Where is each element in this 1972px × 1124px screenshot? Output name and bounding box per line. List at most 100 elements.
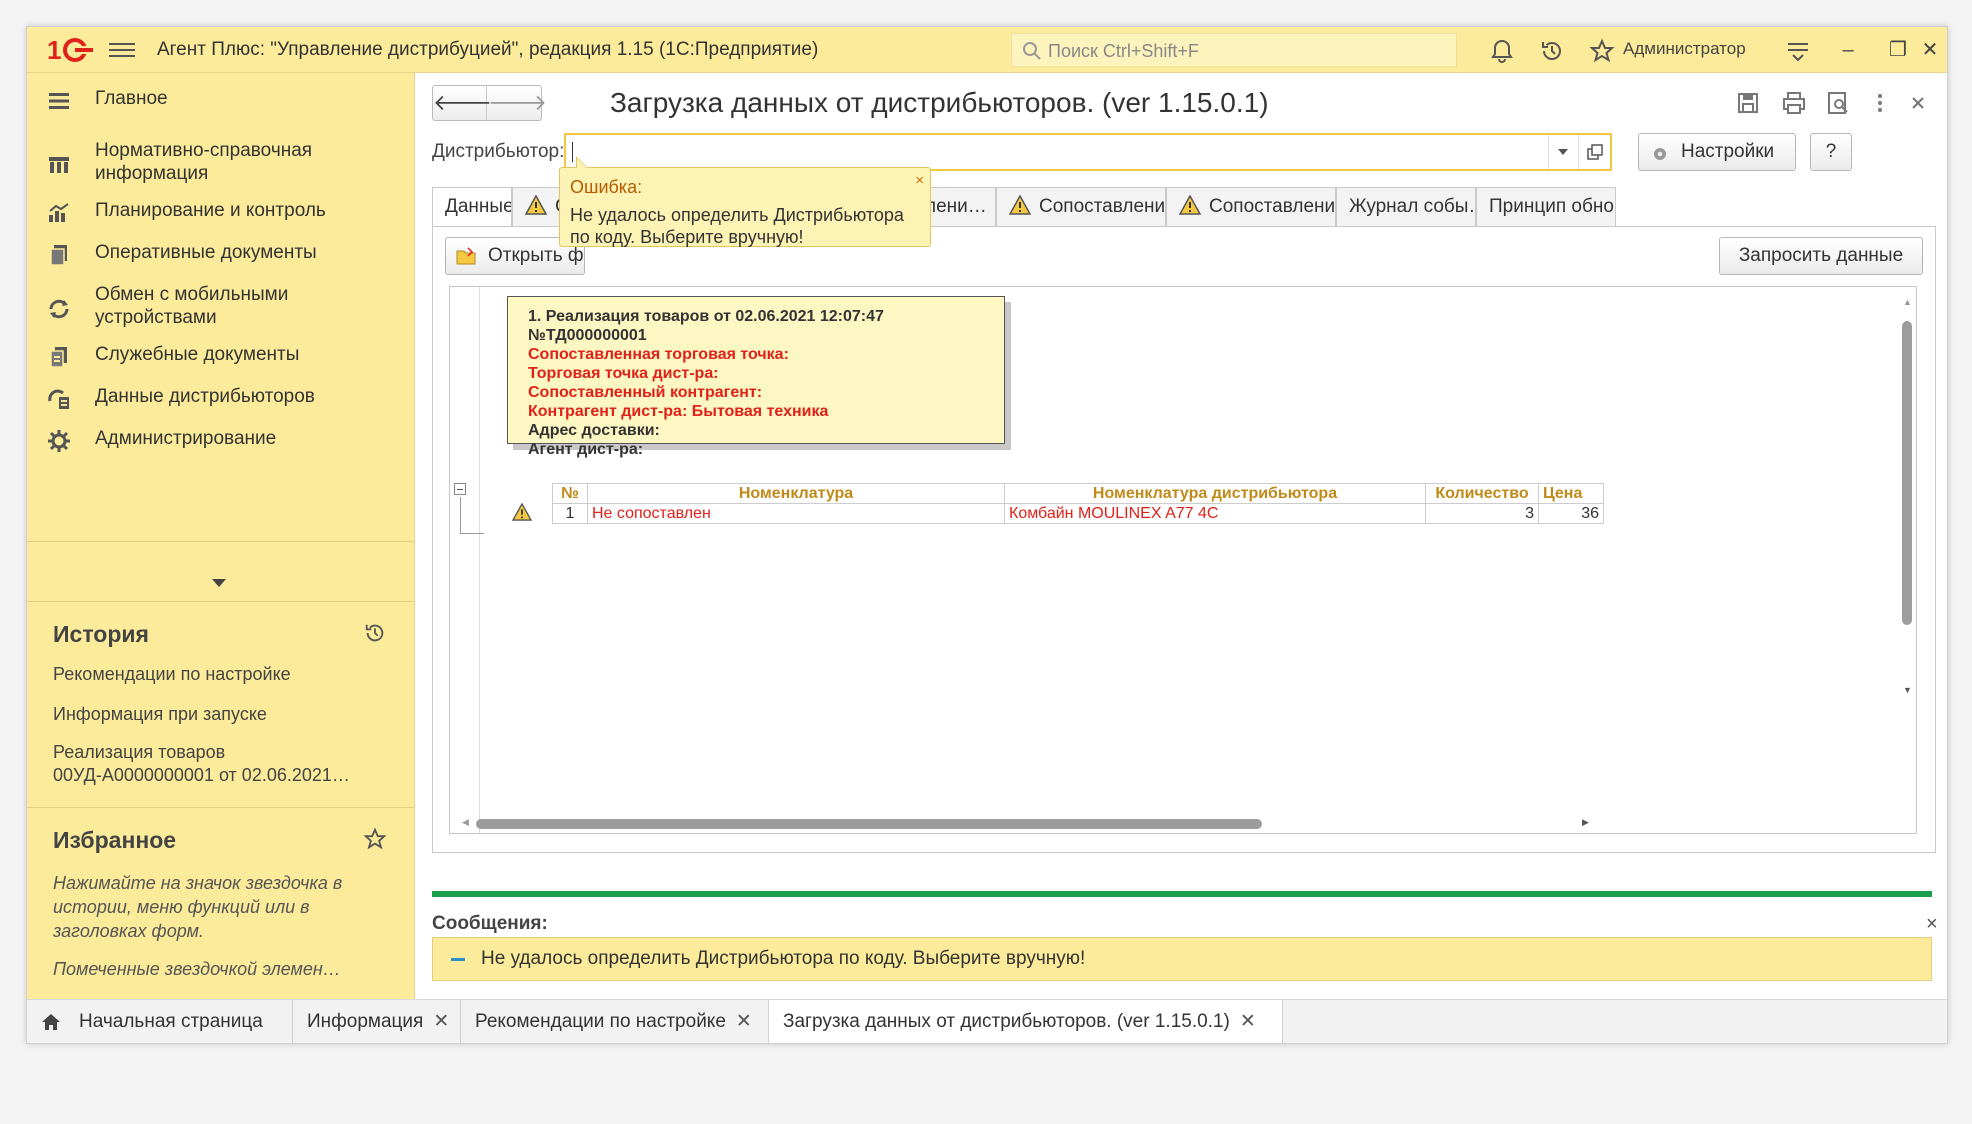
close-tab-icon[interactable]: ✕ bbox=[1240, 1011, 1256, 1032]
star-icon[interactable] bbox=[363, 827, 387, 851]
divider bbox=[27, 541, 415, 542]
main-menu-icon[interactable] bbox=[109, 39, 135, 61]
distributor-field[interactable] bbox=[564, 133, 1612, 171]
save-icon[interactable] bbox=[1736, 91, 1760, 115]
scrollbar-thumb[interactable] bbox=[1902, 321, 1912, 625]
history-item[interactable]: Информация при запуске bbox=[53, 703, 393, 726]
service-docs-icon bbox=[50, 347, 67, 368]
tab-label: Принцип обно… bbox=[1489, 196, 1615, 217]
tab-label: Данные bbox=[445, 196, 512, 217]
error-text: Не удалось определить Дистрибьютора по к… bbox=[570, 205, 904, 247]
scroll-down-icon[interactable]: ▼ bbox=[1903, 685, 1912, 695]
scroll-left-icon[interactable]: ◀ bbox=[462, 817, 469, 828]
forward-button[interactable]: 🡒 bbox=[488, 86, 547, 120]
tab-data[interactable]: Данные bbox=[432, 187, 512, 227]
dropdown-button[interactable] bbox=[1548, 135, 1578, 169]
sidebar-item-distributor-data[interactable]: Данные дистрибьюторов bbox=[27, 385, 415, 413]
scrollbar-thumb[interactable] bbox=[476, 819, 1262, 829]
tab-label: лени… bbox=[925, 196, 987, 217]
tab-label: Сопоставлени… bbox=[1209, 196, 1336, 217]
col-dist-item-header[interactable]: Номенклатура дистрибьютора bbox=[1004, 483, 1426, 504]
col-num-header[interactable]: № bbox=[552, 483, 588, 504]
more-actions-icon[interactable] bbox=[1868, 91, 1892, 115]
history-item[interactable]: Рекомендации по настройке bbox=[53, 663, 393, 686]
close-icon[interactable]: × bbox=[915, 170, 924, 192]
bottom-tab-label: Загрузка данных от дистрибьюторов. (ver … bbox=[783, 1011, 1230, 1032]
gear-icon bbox=[1654, 148, 1666, 160]
search-icon bbox=[1023, 42, 1041, 60]
sidebar-item-reference[interactable]: Нормативно-справочная информация bbox=[27, 139, 415, 187]
col-qty-header[interactable]: Количество bbox=[1425, 483, 1539, 504]
sidebar-item-label: Служебные документы bbox=[95, 344, 300, 365]
open-button[interactable] bbox=[1578, 135, 1610, 169]
print-icon[interactable] bbox=[1782, 91, 1806, 115]
message-item[interactable]: Не удалось определить Дистрибьютора по к… bbox=[432, 937, 1932, 981]
tooltip-dist-counterparty: Контрагент дист-ра: Бытовая техника bbox=[528, 403, 829, 420]
error-title: Ошибка: bbox=[570, 177, 643, 197]
sidebar-item-service-docs[interactable]: Служебные документы bbox=[27, 343, 415, 371]
star-icon[interactable] bbox=[1589, 38, 1615, 64]
help-button[interactable]: ? bbox=[1810, 133, 1852, 171]
message-text: Не удалось определить Дистрибьютора по к… bbox=[481, 948, 1086, 969]
sidebar-item-label: Администрирование bbox=[95, 428, 277, 449]
expand-more-icon[interactable] bbox=[212, 579, 226, 587]
request-data-button[interactable]: Запросить данные bbox=[1719, 237, 1923, 275]
sidebar: Главное Нормативно-справочная информация… bbox=[27, 73, 415, 999]
close-tab-icon[interactable]: ✕ bbox=[433, 1011, 449, 1032]
search-input[interactable]: Поиск Ctrl+Shift+F bbox=[1011, 33, 1457, 67]
messages-title: Сообщения: bbox=[432, 913, 548, 934]
vertical-scrollbar[interactable]: ▲ ▼ bbox=[1902, 297, 1912, 697]
col-price-header[interactable]: Цена bbox=[1538, 483, 1604, 504]
tab-update-principle[interactable]: Принцип обно… bbox=[1476, 187, 1616, 227]
tab-event-log[interactable]: Журнал собы… bbox=[1336, 187, 1476, 227]
distributor-label: Дистрибьютор: bbox=[432, 141, 565, 162]
sidebar-item-label: Главное bbox=[95, 88, 168, 109]
sidebar-item-planning[interactable]: Планирование и контроль bbox=[27, 199, 415, 227]
settings-button[interactable]: Настройки bbox=[1638, 133, 1796, 171]
close-icon[interactable]: × bbox=[1926, 913, 1938, 936]
preview-icon[interactable] bbox=[1826, 91, 1850, 115]
history-icon[interactable] bbox=[1539, 38, 1565, 64]
horizontal-scrollbar[interactable]: ◀ ▶ bbox=[462, 817, 1589, 829]
sidebar-item-mobile-exchange[interactable]: Обмен с мобильными устройствами bbox=[27, 283, 415, 331]
chevron-down-icon bbox=[1558, 149, 1568, 155]
1c-logo-icon[interactable]: 1 bbox=[45, 35, 95, 65]
sidebar-item-label: Оперативные документы bbox=[95, 242, 317, 263]
back-button[interactable]: 🡐 bbox=[433, 86, 492, 120]
tab-recommendations[interactable]: Рекомендации по настройке ✕ bbox=[461, 1000, 769, 1043]
open-windows-bar: Начальная страница Информация ✕ Рекоменда… bbox=[27, 999, 1947, 1043]
messages-divider bbox=[432, 891, 1932, 897]
tab-information[interactable]: Информация ✕ bbox=[293, 1000, 461, 1043]
svg-text:1: 1 bbox=[47, 35, 61, 65]
history-icon[interactable] bbox=[363, 621, 387, 645]
tab-home[interactable]: Начальная страница bbox=[27, 1000, 293, 1043]
sidebar-item-administration[interactable]: Администрирование bbox=[27, 427, 415, 455]
sidebar-item-label: Нормативно-справочная информация bbox=[95, 140, 313, 184]
scroll-right-icon[interactable]: ▶ bbox=[1582, 817, 1589, 828]
close-window-button[interactable]: ✕ bbox=[1917, 37, 1943, 63]
tooltip-doc-header: 1. Реализация товаров от 02.06.2021 12:0… bbox=[528, 308, 884, 344]
sidebar-item-operational-docs[interactable]: Оперативные документы bbox=[27, 241, 415, 269]
tab-distributor-data-load[interactable]: Загрузка данных от дистрибьюторов. (ver … bbox=[769, 1000, 1283, 1043]
settings-menu-icon[interactable] bbox=[1785, 38, 1811, 64]
sidebar-item-label: Планирование и контроль bbox=[95, 200, 326, 221]
collapse-group-button[interactable] bbox=[454, 483, 466, 495]
col-item-header[interactable]: Номенклатура bbox=[587, 483, 1005, 504]
close-form-icon[interactable] bbox=[1906, 91, 1930, 115]
documents-grid[interactable]: 1. Реализация товаров от 02.06.2021 12:0… bbox=[449, 286, 1917, 834]
gear-icon bbox=[48, 430, 70, 452]
tab-matching-4[interactable]: Сопоставлени… bbox=[1166, 187, 1336, 227]
sidebar-item-main[interactable]: Главное bbox=[27, 87, 415, 115]
minimize-button[interactable]: – bbox=[1835, 37, 1861, 63]
tab-matching-3[interactable]: Сопоставлени… bbox=[996, 187, 1166, 227]
bell-icon[interactable] bbox=[1489, 38, 1515, 64]
close-tab-icon[interactable]: ✕ bbox=[736, 1011, 752, 1032]
app-window: 1 Агент Плюс: "Управление дистрибуцией",… bbox=[26, 26, 1948, 1044]
restore-button[interactable]: ❐ bbox=[1885, 37, 1911, 63]
scroll-up-icon[interactable]: ▲ bbox=[1903, 297, 1912, 307]
bottom-tab-label: Начальная страница bbox=[79, 1011, 263, 1032]
folder-open-icon bbox=[456, 247, 476, 265]
reference-books-icon bbox=[49, 157, 69, 173]
username[interactable]: Администратор bbox=[1623, 39, 1746, 59]
history-item[interactable]: Реализация товаров 00УД-А0000000001 от 0… bbox=[53, 741, 393, 787]
